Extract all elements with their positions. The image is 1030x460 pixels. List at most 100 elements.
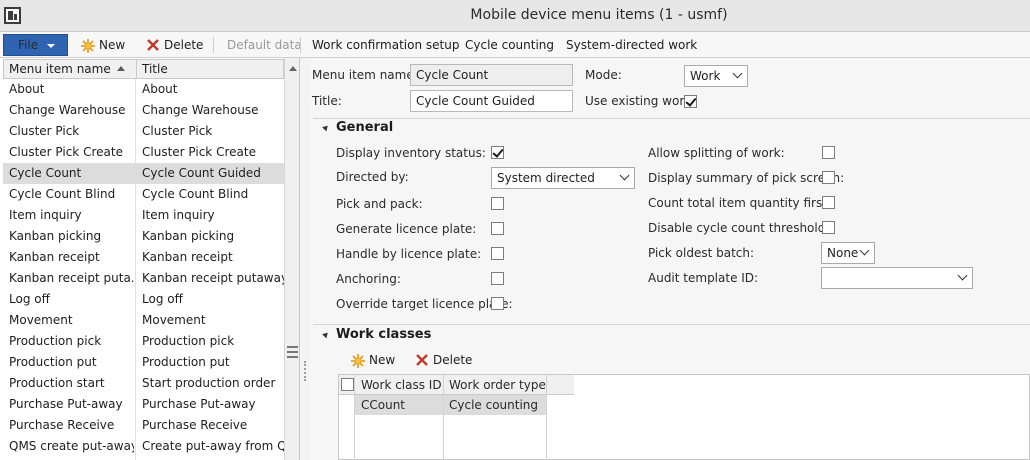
title-cell: Production pick [142, 334, 235, 348]
list-item[interactable]: Kanban picking Kanban picking [3, 226, 284, 247]
select-all-checkbox[interactable] [341, 378, 354, 391]
work-class-delete-button[interactable]: Delete [415, 350, 472, 370]
section-title-general[interactable]: General [336, 120, 393, 135]
work-confirmation-setup-button[interactable]: Work confirmation setup [312, 35, 459, 55]
list-item[interactable]: Production pick Production pick [3, 331, 284, 352]
list-item[interactable]: Kanban receipt puta... Kanban receipt put… [3, 268, 284, 289]
work-class-new-button[interactable]: New [350, 350, 395, 370]
menu-item-name-cell: Cycle Count Blind [9, 187, 116, 201]
list-item[interactable]: Change Warehouse Change Warehouse [3, 100, 284, 121]
menu-item-name-cell: About [9, 82, 45, 96]
grid-header: Menu item name Title [3, 59, 284, 79]
column-divider [354, 375, 355, 460]
list-item[interactable]: QMS create put-away Create put-away from … [3, 436, 284, 457]
audit-template-label: Audit template ID: [648, 271, 759, 285]
use-existing-work-checkbox[interactable] [684, 95, 697, 108]
work-class-delete-label: Delete [433, 353, 473, 367]
table-row[interactable]: CCount Cycle counting [355, 395, 546, 415]
override-target-licence-plate-checkbox[interactable] [491, 297, 504, 310]
details-pane: Menu item name: Cycle Count Title: Cycle… [310, 58, 1030, 460]
menu-item-name-cell: Purchase Receive [9, 418, 115, 432]
menu-item-name-cell: Kanban picking [9, 229, 102, 243]
column-header-work-class-id[interactable]: Work class ID [361, 378, 442, 392]
mode-label: Mode: [585, 68, 622, 82]
chevron-down-icon [47, 44, 55, 48]
section-title-work-classes[interactable]: Work classes [336, 327, 431, 342]
window-title: Mobile device menu items (1 - usmf) [470, 7, 728, 23]
cycle-counting-button[interactable]: Cycle counting [465, 35, 554, 55]
menu-item-name-cell: Log off [9, 292, 50, 306]
list-item[interactable]: Production start Start production order [3, 373, 284, 394]
column-header-title[interactable]: Title [142, 62, 168, 76]
scroll-thumb[interactable] [287, 346, 298, 358]
title-cell: Cycle Count Blind [142, 187, 249, 201]
work-classes-grid: Work class ID Work order type CCount Cyc… [338, 374, 1030, 460]
allow-splitting-label: Allow splitting of work: [648, 146, 785, 160]
list-item[interactable]: Movement Movement [3, 310, 284, 331]
delete-x-icon [147, 38, 159, 51]
pick-and-pack-checkbox[interactable] [491, 197, 504, 210]
title-field[interactable]: Cycle Count Guided [410, 90, 573, 112]
vertical-scrollbar[interactable] [284, 58, 299, 460]
display-inventory-status-checkbox[interactable] [491, 146, 504, 159]
allow-splitting-checkbox[interactable] [822, 146, 835, 159]
chevron-down-icon [957, 270, 968, 281]
work-class-id-cell: CCount [361, 398, 406, 412]
menu-item-name-cell: Production pick [9, 334, 102, 348]
work-classes-grid-header: Work class ID Work order type [339, 375, 574, 395]
section-divider [313, 118, 1030, 119]
menu-item-name-cell: Cycle Count [9, 166, 82, 180]
title-cell: Kanban receipt putaway [142, 271, 284, 285]
default-data-button[interactable]: Default data [227, 35, 302, 55]
list-item[interactable]: Purchase Receive Purchase Receive [3, 415, 284, 436]
file-button[interactable]: File [3, 34, 68, 56]
list-item[interactable]: Cycle Count Blind Cycle Count Blind [3, 184, 284, 205]
list-item[interactable]: Cluster Pick Create Cluster Pick Create [3, 142, 284, 163]
delete-label: Delete [164, 38, 204, 52]
toolbar-divider [213, 37, 214, 53]
handle-by-licence-plate-checkbox[interactable] [491, 247, 504, 260]
mode-select[interactable]: Work [684, 65, 748, 87]
collapse-work-classes-icon[interactable] [322, 330, 330, 339]
pick-oldest-batch-label: Pick oldest batch: [648, 246, 755, 260]
generate-licence-plate-checkbox[interactable] [491, 222, 504, 235]
list-item[interactable]: Cycle Count Cycle Count Guided [3, 163, 284, 184]
anchoring-checkbox[interactable] [491, 272, 504, 285]
list-item[interactable]: Purchase Put-away Purchase Put-away [3, 394, 284, 415]
system-directed-work-button[interactable]: System-directed work [566, 35, 697, 55]
menu-item-name-field[interactable]: Cycle Count [410, 64, 573, 86]
count-total-checkbox[interactable] [822, 196, 835, 209]
list-item[interactable]: Kanban receipt Kanban receipt [3, 247, 284, 268]
list-item[interactable]: Item inquiry Item inquiry [3, 205, 284, 226]
sort-ascending-icon [117, 66, 125, 71]
mode-value: Work [690, 69, 721, 83]
generate-licence-plate-label: Generate licence plate: [336, 222, 477, 236]
column-divider [136, 60, 137, 79]
disable-thresholds-checkbox[interactable] [822, 221, 835, 234]
pick-oldest-batch-select[interactable]: None [821, 242, 875, 264]
column-header-work-order-type[interactable]: Work order type [449, 378, 546, 392]
directed-by-select[interactable]: System directed [491, 167, 635, 189]
title-cell: Log off [142, 292, 183, 306]
list-item[interactable]: Log off Log off [3, 289, 284, 310]
handle-by-licence-plate-label: Handle by licence plate: [336, 247, 482, 261]
menu-item-name-cell: Cluster Pick [9, 124, 80, 138]
pane-splitter[interactable] [301, 58, 310, 460]
display-summary-checkbox[interactable] [822, 171, 835, 184]
work-order-type-cell: Cycle counting [449, 398, 539, 412]
list-item[interactable]: Cluster Pick Cluster Pick [3, 121, 284, 142]
list-item[interactable]: About About [3, 79, 284, 100]
scroll-up-icon[interactable] [289, 66, 297, 71]
splitter-grip-icon [304, 361, 306, 381]
collapse-general-icon[interactable] [322, 123, 330, 132]
menu-item-name-cell: QMS create put-away [9, 439, 134, 453]
menu-item-name-cell: Change Warehouse [9, 103, 126, 117]
list-item[interactable]: Production put Production put [3, 352, 284, 373]
new-button[interactable]: New [80, 35, 125, 55]
title-cell: About [142, 82, 178, 96]
delete-button[interactable]: Delete [146, 35, 203, 55]
audit-template-select[interactable] [821, 267, 973, 289]
title-cell: Cluster Pick [142, 124, 213, 138]
grid-rows: About About Change Warehouse Change Warehou… [3, 79, 284, 457]
title-cell: Cluster Pick Create [142, 145, 256, 159]
